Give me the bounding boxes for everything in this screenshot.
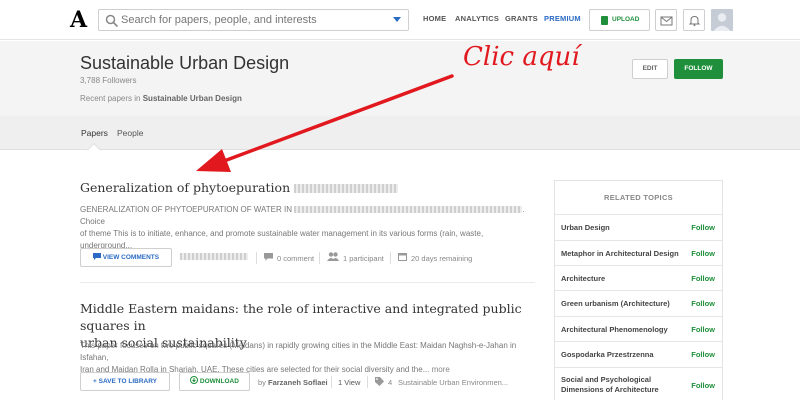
paper-title-line: Middle Eastern maidans: the role of inte…	[80, 301, 522, 333]
nav-grants-link[interactable]: GRANTS	[505, 14, 538, 23]
more-link[interactable]: more	[432, 365, 450, 374]
related-topics-heading: RELATED TOPICS	[604, 193, 673, 202]
paper-description: This paper focuses on two public squares…	[80, 340, 540, 376]
tab-people[interactable]: People	[117, 128, 143, 138]
desc-text: GENERALIZATION OF PHYTOEPURATION OF WATE…	[80, 205, 293, 214]
recent-topic: Sustainable Urban Design	[142, 94, 242, 103]
followers-count[interactable]: 3,788 Followers	[80, 76, 136, 85]
nav-analytics-link[interactable]: ANALYTICS	[455, 14, 499, 23]
related-topic-row: Metaphor in Architectural Design Follow	[555, 240, 722, 266]
topic-link[interactable]: Gospodarka Przestrzenna	[561, 350, 654, 360]
divider	[367, 376, 368, 388]
click-here-annotation: Clic aquí	[463, 42, 580, 72]
divider	[331, 376, 332, 388]
blurred-text	[180, 253, 248, 260]
tag-icon	[375, 377, 384, 386]
avatar-silhouette-icon	[713, 13, 731, 31]
topic-follow-link[interactable]: Follow	[691, 350, 715, 359]
section-divider	[80, 282, 535, 283]
academia-logo[interactable]: A	[70, 7, 87, 33]
divider	[256, 252, 257, 264]
upload-button[interactable]: UPLOAD	[589, 9, 650, 31]
comment-icon	[92, 253, 101, 260]
divider	[390, 252, 391, 264]
blurred-text	[294, 206, 523, 214]
mail-icon	[660, 16, 673, 26]
topic-follow-link[interactable]: Follow	[691, 274, 715, 283]
days-remaining: 20 days remaining	[411, 254, 473, 263]
plus-icon: +	[93, 378, 97, 385]
topic-link[interactable]: Metaphor in Architectural Design	[561, 249, 679, 259]
topic-follow-link[interactable]: Follow	[691, 223, 715, 232]
save-to-library-label: SAVE TO LIBRARY	[98, 378, 157, 385]
topic-follow-link[interactable]: Follow	[691, 381, 715, 390]
tag-count: 4	[388, 378, 393, 387]
edit-button[interactable]: EDIT	[632, 59, 668, 79]
notifications-button[interactable]	[683, 9, 705, 31]
author-link[interactable]: Farzaneh Soflaei	[268, 378, 328, 387]
follow-button[interactable]: FOLLOW	[674, 59, 723, 79]
search-input[interactable]	[121, 12, 381, 28]
topic-link[interactable]: Green urbanism (Architecture)	[561, 299, 670, 309]
upload-label: UPLOAD	[612, 16, 640, 23]
download-button[interactable]: DOWNLOAD	[179, 372, 250, 391]
related-topic-row: Green urbanism (Architecture) Follow	[555, 290, 722, 316]
related-topic-row: Gospodarka Przestrzenna Follow	[555, 341, 722, 367]
divider	[319, 252, 320, 264]
download-label: DOWNLOAD	[199, 378, 239, 385]
nav-premium-link[interactable]: PREMIUM	[544, 14, 581, 23]
tab-papers[interactable]: Papers	[81, 128, 108, 138]
topic-link[interactable]: Architectural Phenomenology	[561, 325, 668, 335]
comments-count[interactable]: 0 comment	[277, 254, 314, 263]
recent-prefix: Recent papers in	[80, 94, 141, 103]
messages-button[interactable]	[655, 9, 677, 31]
topic-follow-link[interactable]: Follow	[691, 299, 715, 308]
topic-link[interactable]: Urban Design	[561, 223, 610, 233]
download-icon	[190, 376, 199, 384]
participants-icon	[327, 252, 339, 261]
paper-title-text: Generalization of phytoepuration	[80, 180, 291, 195]
topic-link[interactable]: Social and Psychological Dimensions of A…	[561, 375, 671, 395]
page-title: Sustainable Urban Design	[80, 53, 290, 73]
bell-icon	[688, 15, 701, 27]
search-bar[interactable]	[98, 9, 409, 31]
related-topic-row: Urban Design Follow	[555, 214, 722, 240]
blurred-text	[294, 184, 399, 193]
related-topic-row: Architectural Phenomenology Follow	[555, 316, 722, 342]
topic-follow-link[interactable]: Follow	[691, 249, 715, 258]
calendar-icon	[398, 253, 407, 261]
paper-title[interactable]: Generalization of phytoepuration	[80, 180, 399, 195]
comment-icon	[264, 253, 273, 261]
save-to-library-button[interactable]: + SAVE TO LIBRARY	[80, 372, 170, 391]
related-topic-row: Social and Psychological Dimensions of A…	[555, 367, 722, 400]
tag-link[interactable]: Sustainable Urban Environmen...	[398, 378, 508, 387]
author-line: by Farzaneh Soflaei	[258, 378, 328, 387]
view-comments-label: VIEW COMMENTS	[102, 254, 160, 261]
upload-icon	[601, 16, 608, 25]
participants-count: 1 participant	[343, 254, 384, 263]
view-comments-button[interactable]: VIEW COMMENTS	[80, 248, 172, 267]
topic-follow-link[interactable]: Follow	[691, 325, 715, 334]
related-topic-row: Architecture Follow	[555, 265, 722, 291]
by-label: by	[258, 378, 266, 387]
desc-text: This paper focuses on two public squares…	[80, 341, 517, 362]
topic-link[interactable]: Architecture	[561, 274, 605, 284]
nav-home-link[interactable]: HOME	[423, 14, 446, 23]
search-icon	[105, 14, 119, 28]
recent-papers-caption: Recent papers in Sustainable Urban Desig…	[80, 94, 242, 103]
view-count: 1 View	[338, 378, 361, 387]
user-avatar[interactable]	[711, 9, 733, 31]
chevron-down-icon[interactable]	[393, 17, 401, 22]
